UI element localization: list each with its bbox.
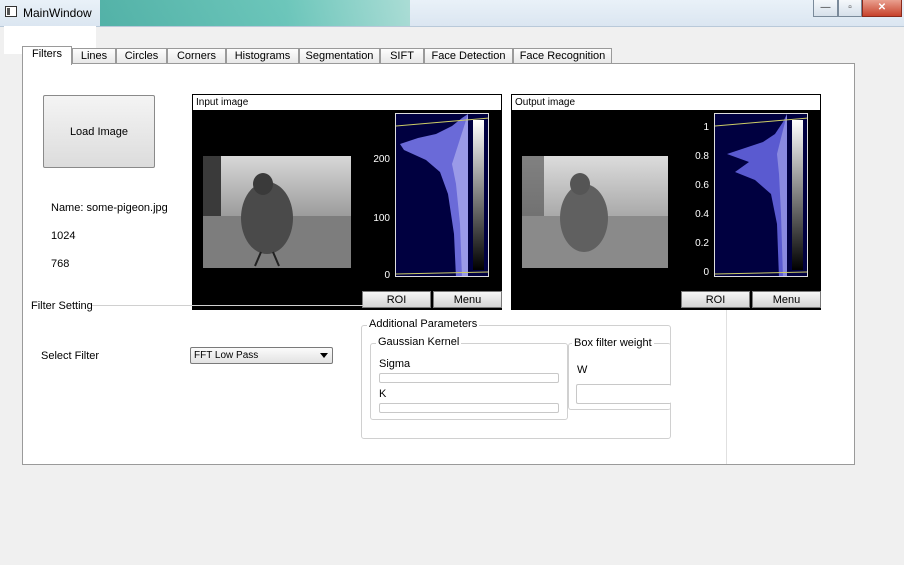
- output-intensity-bar: [792, 120, 803, 270]
- gaussian-kernel-title: Gaussian Kernel: [376, 336, 462, 348]
- output-histogram: [714, 113, 808, 277]
- filter-setting-divider: [92, 305, 364, 306]
- pigeon-filtered-image: [522, 156, 668, 268]
- sigma-input[interactable]: [379, 373, 559, 383]
- input-tick-200: 200: [373, 154, 390, 165]
- close-button[interactable]: ✕: [862, 0, 902, 17]
- input-menu-button[interactable]: Menu: [433, 291, 502, 308]
- input-image-view[interactable]: [203, 156, 351, 268]
- tab-sift[interactable]: SIFT: [380, 48, 424, 64]
- tab-segmentation[interactable]: Segmentation: [299, 48, 380, 64]
- input-intensity-bar: [473, 120, 484, 270]
- tab-circles[interactable]: Circles: [116, 48, 167, 64]
- input-roi-button[interactable]: ROI: [362, 291, 431, 308]
- select-filter-label: Select Filter: [41, 350, 100, 362]
- tab-filters[interactable]: Filters: [22, 46, 72, 65]
- image-width: 1024: [51, 230, 76, 242]
- pigeon-image: [203, 156, 351, 268]
- tab-corners[interactable]: Corners: [167, 48, 226, 64]
- input-image-panel: Input image 200 100 0 ROI Menu: [192, 94, 502, 310]
- output-image-panel: Output image 1 0.8 0.6 0.4 0.2 0 ROI Men…: [511, 94, 821, 310]
- k-label: K: [379, 388, 387, 400]
- tab-face-detection[interactable]: Face Detection: [424, 48, 513, 64]
- w-label: W: [577, 364, 588, 376]
- input-tick-0: 0: [384, 270, 390, 281]
- tab-histograms[interactable]: Histograms: [226, 48, 299, 64]
- input-image-title: Input image: [192, 94, 502, 111]
- w-input[interactable]: [576, 384, 671, 404]
- app-icon: [5, 6, 17, 17]
- box-filter-title: Box filter weight: [572, 337, 654, 349]
- filter-setting-title: Filter Setting: [31, 300, 93, 312]
- panel-divider: [726, 310, 727, 464]
- maximize-button[interactable]: ▫: [838, 0, 862, 17]
- tab-lines[interactable]: Lines: [72, 48, 116, 64]
- output-image-view[interactable]: [522, 156, 668, 268]
- output-tick-0-6: 0.6: [695, 180, 709, 191]
- window-title: MainWindow: [23, 6, 92, 20]
- output-menu-button[interactable]: Menu: [752, 291, 821, 308]
- title-bar: MainWindow — ▫ ✕: [0, 0, 904, 27]
- output-tick-1: 1: [703, 122, 709, 133]
- input-tick-100: 100: [373, 213, 390, 224]
- title-bar-accent: [100, 0, 410, 26]
- output-tick-0: 0: [703, 267, 709, 278]
- minimize-button[interactable]: —: [813, 0, 838, 17]
- output-tick-0-4: 0.4: [695, 209, 709, 220]
- filter-select-value: FFT Low Pass: [194, 350, 259, 361]
- image-name: Name: some-pigeon.jpg: [51, 202, 168, 214]
- sigma-label: Sigma: [379, 358, 411, 370]
- k-input[interactable]: [379, 403, 559, 413]
- tab-face-recognition[interactable]: Face Recognition: [513, 48, 612, 64]
- load-image-button[interactable]: Load Image: [43, 95, 155, 168]
- output-tick-0-2: 0.2: [695, 238, 709, 249]
- image-height: 768: [51, 258, 70, 270]
- output-image-title: Output image: [511, 94, 821, 111]
- chevron-down-icon: [320, 353, 328, 358]
- input-histogram: [395, 113, 489, 277]
- filter-select[interactable]: FFT Low Pass: [190, 347, 333, 364]
- additional-parameters-title: Additional Parameters: [367, 318, 480, 330]
- output-tick-0-8: 0.8: [695, 151, 709, 162]
- output-roi-button[interactable]: ROI: [681, 291, 750, 308]
